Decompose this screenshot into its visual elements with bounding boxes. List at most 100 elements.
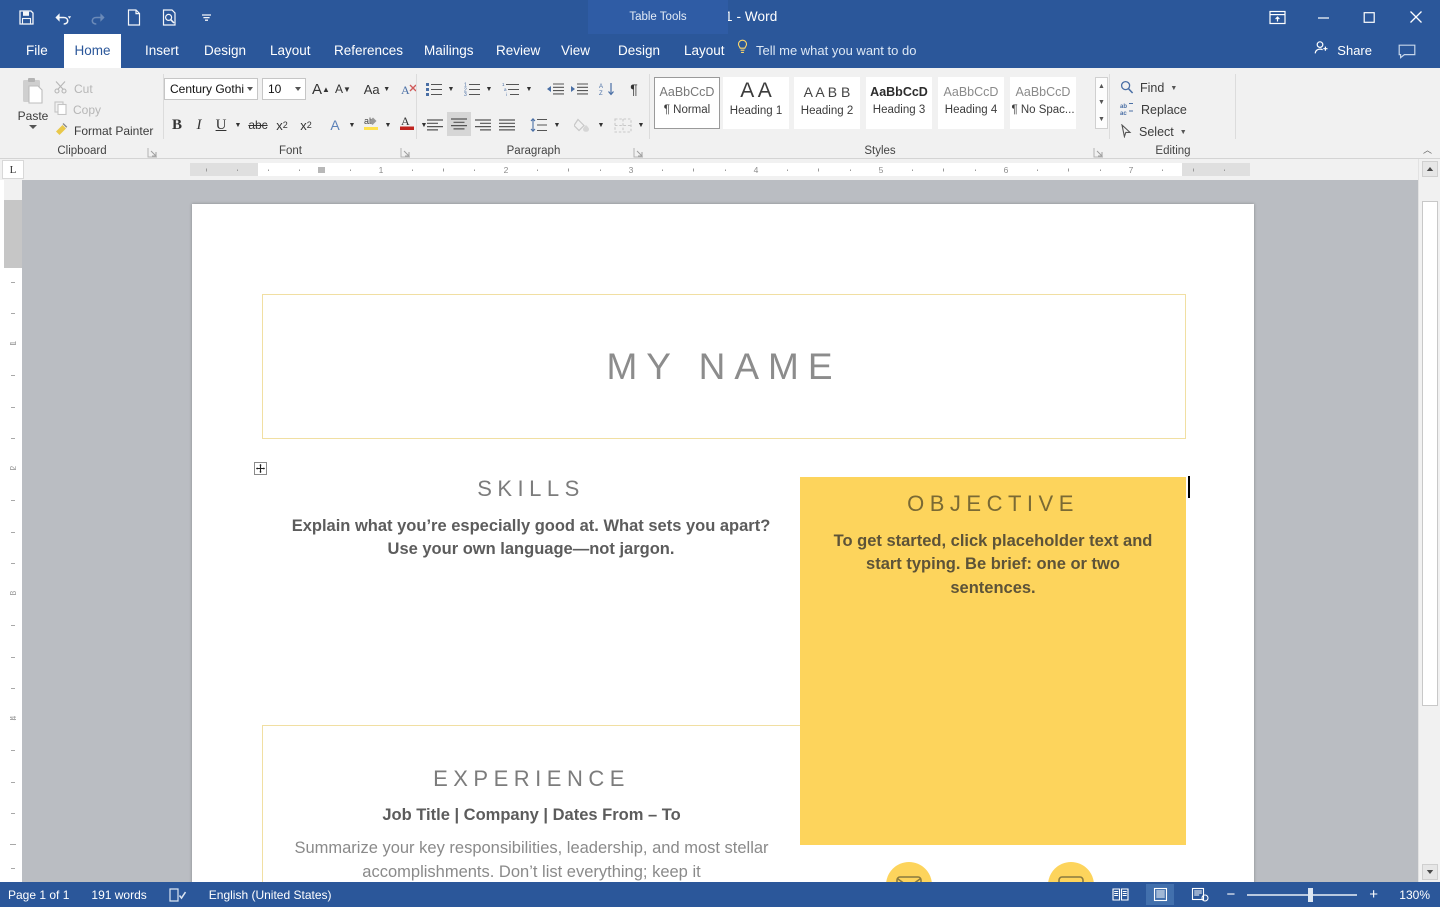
- select-button[interactable]: Select ▼: [1120, 121, 1187, 143]
- align-left-icon[interactable]: [423, 114, 447, 136]
- experience-block[interactable]: EXPERIENCE Job Title | Company | Dates F…: [262, 725, 800, 882]
- paragraph-dialog-launcher[interactable]: [633, 145, 644, 158]
- tab-review[interactable]: Review: [484, 34, 552, 68]
- styles-more-icon[interactable]: ▼: [1096, 111, 1107, 128]
- zoom-slider[interactable]: [1247, 887, 1358, 902]
- share-button[interactable]: Share: [1314, 34, 1372, 68]
- font-dialog-launcher[interactable]: [400, 145, 411, 158]
- multilevel-list-caret-icon[interactable]: ▼: [523, 78, 535, 100]
- zoom-in-button[interactable]: +: [1369, 887, 1378, 902]
- bullets-icon[interactable]: [423, 78, 445, 100]
- comments-icon[interactable]: [1398, 34, 1416, 68]
- style-heading-1[interactable]: A A Heading 1: [723, 77, 789, 129]
- line-spacing-icon[interactable]: [527, 114, 551, 136]
- styles-gallery-scroll[interactable]: ▲ ▼ ▼: [1095, 77, 1108, 129]
- bullets-caret-icon[interactable]: ▼: [445, 78, 457, 100]
- style-heading-2[interactable]: A A B B Heading 2: [794, 77, 860, 129]
- vertical-scrollbar[interactable]: [1418, 159, 1440, 882]
- align-center-icon[interactable]: [447, 112, 471, 136]
- find-caret-icon[interactable]: ▼: [1170, 85, 1177, 92]
- shrink-font-icon[interactable]: A ▼: [332, 78, 354, 100]
- font-name-caret-icon[interactable]: [247, 87, 253, 91]
- font-size-caret-icon[interactable]: [295, 87, 301, 91]
- underline-caret-icon[interactable]: ▼: [232, 114, 244, 136]
- replace-button[interactable]: ab ac Replace: [1120, 99, 1187, 121]
- tab-references[interactable]: References: [322, 34, 415, 68]
- tab-file[interactable]: File: [14, 34, 60, 68]
- horizontal-ruler[interactable]: L 1 2 3 4 5 6 7: [0, 159, 1440, 180]
- zoom-slider-thumb[interactable]: [1308, 887, 1314, 902]
- print-layout-view-button[interactable]: [1146, 884, 1175, 905]
- paste-dropdown-caret[interactable]: [29, 125, 37, 129]
- font-name-box[interactable]: Century Gothi: [164, 78, 258, 100]
- proofing-errors-icon[interactable]: [169, 887, 187, 902]
- page-indicator[interactable]: Page 1 of 1: [8, 888, 69, 902]
- change-case-icon[interactable]: Aa ▼: [360, 78, 394, 100]
- paste-button[interactable]: Paste: [10, 73, 56, 141]
- text-effects-caret-icon[interactable]: ▼: [346, 114, 358, 136]
- tab-view[interactable]: View: [549, 34, 602, 68]
- text-highlight-color-icon[interactable]: ab: [360, 112, 382, 134]
- word-count[interactable]: 191 words: [91, 888, 146, 902]
- borders-icon[interactable]: [611, 114, 635, 136]
- collapse-ribbon-icon[interactable]: ︿: [1423, 143, 1432, 156]
- underline-icon[interactable]: U: [210, 114, 232, 136]
- strikethrough-icon[interactable]: abc: [246, 114, 270, 136]
- show-formatting-marks-icon[interactable]: ¶: [623, 78, 645, 100]
- tab-design[interactable]: Design: [192, 34, 258, 68]
- experience-body[interactable]: Summarize your key responsibilities, lea…: [263, 837, 800, 882]
- scrollbar-thumb[interactable]: [1422, 201, 1438, 706]
- ribbon-display-options-icon[interactable]: [1254, 0, 1300, 34]
- web-layout-view-button[interactable]: [1186, 884, 1214, 905]
- subscript-icon[interactable]: x2: [270, 114, 294, 136]
- skills-body[interactable]: Explain what you’re especially good at. …: [262, 515, 800, 562]
- scroll-up-icon[interactable]: [1422, 161, 1438, 177]
- styles-dialog-launcher[interactable]: [1093, 145, 1104, 158]
- document-page[interactable]: MY NAME OBJECTIVE To get started, click …: [192, 204, 1254, 882]
- document-canvas[interactable]: MY NAME OBJECTIVE To get started, click …: [22, 180, 1418, 882]
- name-block[interactable]: MY NAME: [262, 294, 1186, 439]
- format-painter-button[interactable]: Format Painter: [54, 120, 153, 141]
- increase-indent-icon[interactable]: [567, 78, 591, 100]
- font-size-box[interactable]: 10: [262, 78, 306, 100]
- clipboard-dialog-launcher[interactable]: [147, 145, 158, 158]
- tell-me-search[interactable]: Tell me what you want to do: [736, 34, 916, 68]
- tab-stop-selector[interactable]: L: [2, 160, 24, 179]
- multilevel-list-icon[interactable]: 1ai: [499, 78, 523, 100]
- sort-icon[interactable]: AZ: [597, 78, 619, 100]
- style-heading-4[interactable]: AaBbCcD Heading 4: [938, 77, 1004, 129]
- shading-icon[interactable]: [571, 114, 595, 136]
- bold-icon[interactable]: B: [166, 114, 188, 136]
- close-button[interactable]: [1392, 0, 1440, 34]
- tab-table-design[interactable]: Design: [606, 34, 672, 68]
- language-indicator[interactable]: English (United States): [209, 888, 332, 902]
- shading-caret-icon[interactable]: ▼: [595, 114, 607, 136]
- read-mode-view-button[interactable]: [1106, 884, 1134, 905]
- text-highlight-caret-icon[interactable]: ▼: [382, 114, 394, 136]
- align-right-icon[interactable]: [471, 114, 495, 136]
- borders-caret-icon[interactable]: ▼: [635, 114, 647, 136]
- copy-button[interactable]: Copy: [54, 99, 153, 120]
- tab-home[interactable]: Home: [64, 34, 121, 68]
- style-normal[interactable]: AaBbCcD ¶ Normal: [654, 77, 720, 129]
- skills-block[interactable]: SKILLS Explain what you’re especially go…: [262, 462, 800, 562]
- zoom-level[interactable]: 130%: [1390, 888, 1430, 902]
- line-spacing-caret-icon[interactable]: ▼: [551, 114, 563, 136]
- superscript-icon[interactable]: x2: [294, 114, 318, 136]
- numbering-icon[interactable]: 123: [461, 78, 483, 100]
- decrease-indent-icon[interactable]: [543, 78, 567, 100]
- minimize-button[interactable]: [1300, 0, 1346, 34]
- objective-body[interactable]: To get started, click placeholder text a…: [800, 530, 1186, 600]
- styles-scroll-up-icon[interactable]: ▲: [1096, 78, 1107, 95]
- tab-mailings[interactable]: Mailings: [412, 34, 486, 68]
- font-color-icon[interactable]: A: [396, 112, 418, 134]
- select-caret-icon[interactable]: ▼: [1180, 129, 1187, 136]
- styles-scroll-down-icon[interactable]: ▼: [1096, 95, 1107, 112]
- grow-font-icon[interactable]: A ▲: [310, 78, 332, 100]
- vertical-ruler[interactable]: 1 2 3 4: [4, 180, 22, 880]
- objective-block[interactable]: OBJECTIVE To get started, click placehol…: [800, 477, 1186, 845]
- italic-icon[interactable]: I: [188, 114, 210, 136]
- style-no-spacing[interactable]: AaBbCcD ¶ No Spac...: [1010, 77, 1076, 129]
- justify-icon[interactable]: [495, 114, 519, 136]
- tab-insert[interactable]: Insert: [133, 34, 191, 68]
